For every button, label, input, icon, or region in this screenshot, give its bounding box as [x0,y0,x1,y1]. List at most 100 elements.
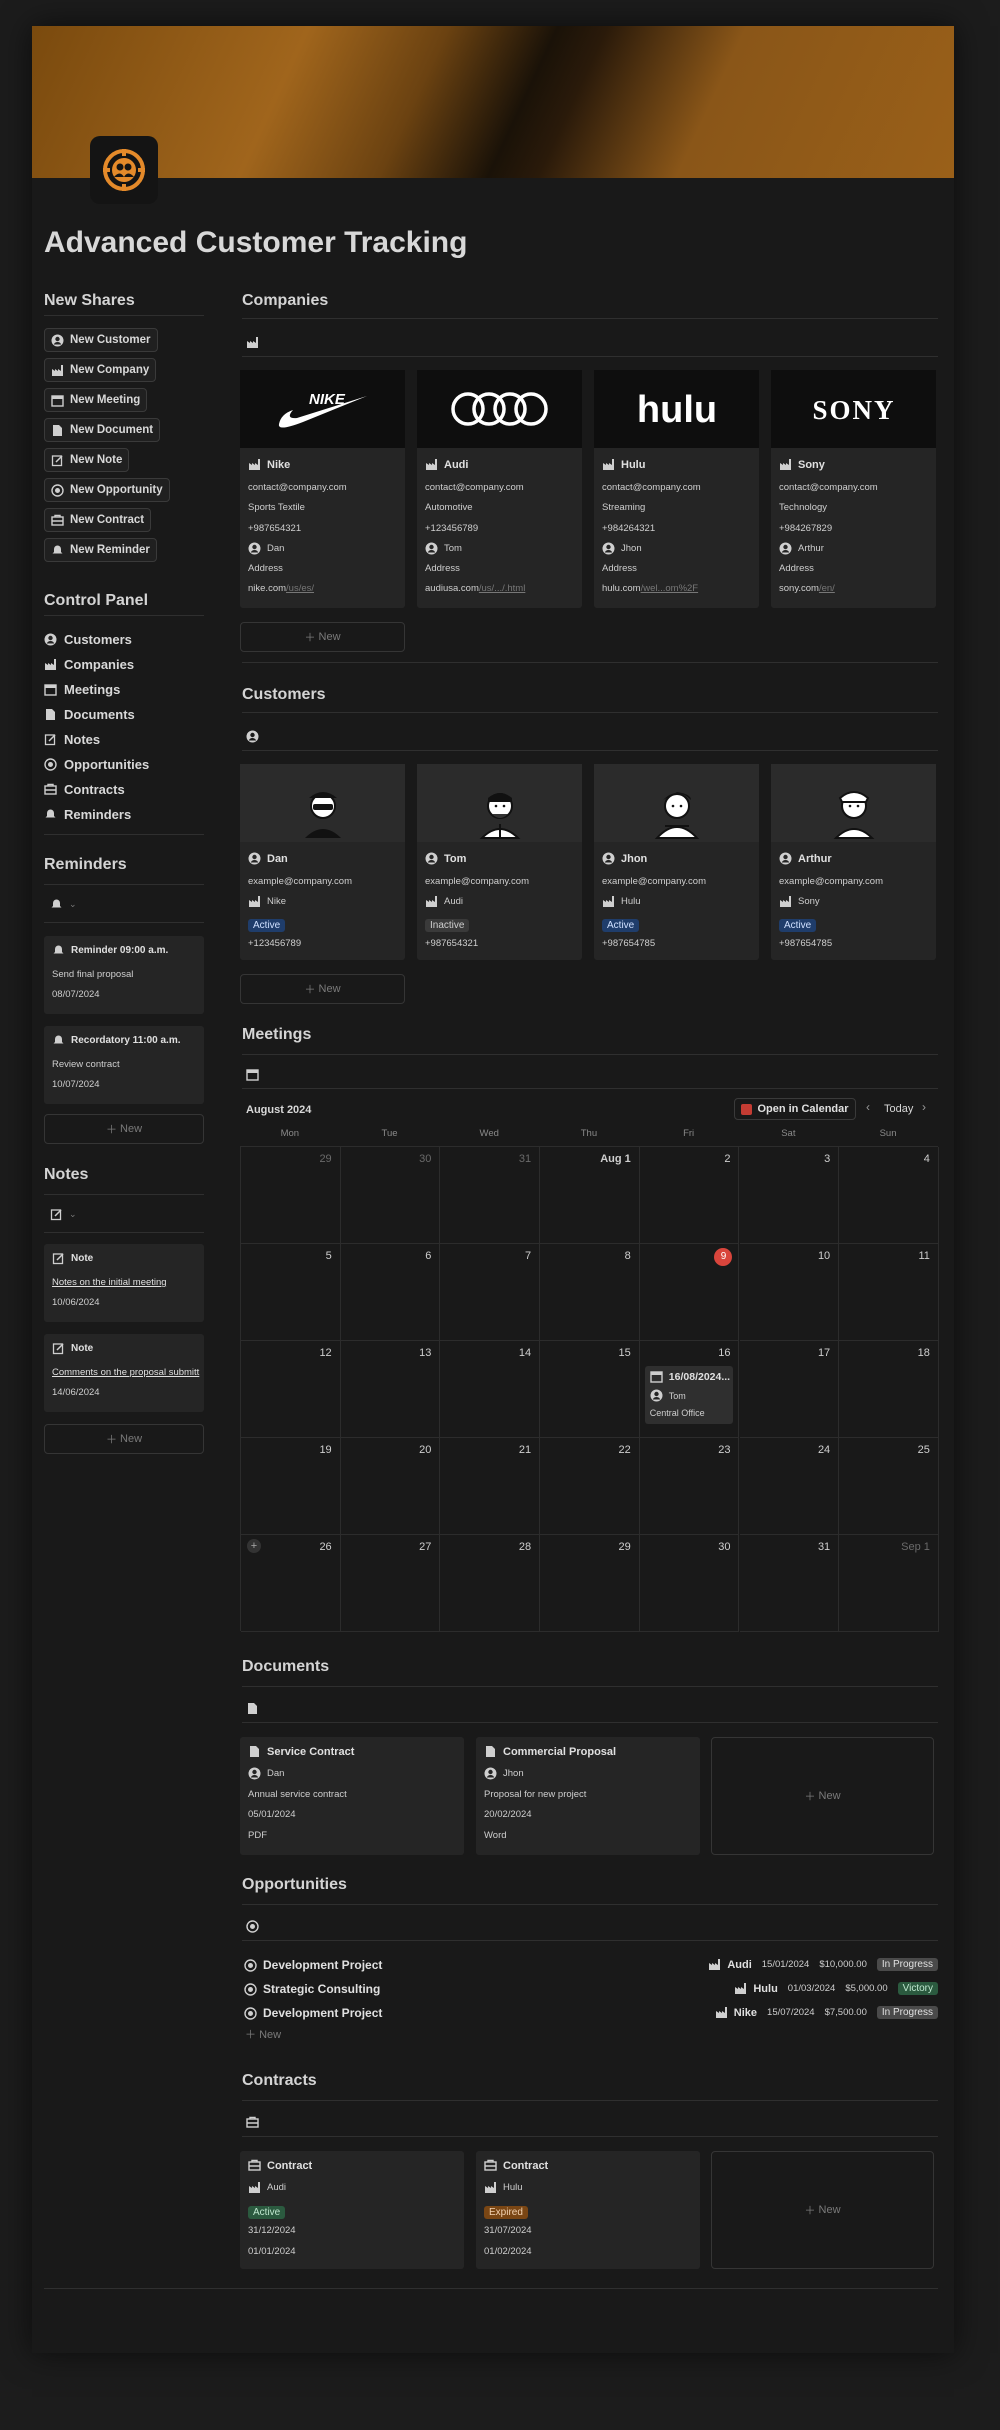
calendar-day-cell[interactable]: 18 [839,1341,939,1438]
calendar-day-cell[interactable]: 15 [540,1341,640,1438]
customer-target-icon[interactable] [90,136,158,204]
new-document-button[interactable]: New Document [44,418,161,442]
next-month-icon[interactable]: › [922,1100,926,1114]
company-card[interactable]: Audi contact@company.com Automotive +123456… [417,370,582,608]
calendar-day-cell[interactable]: 13 [340,1341,441,1438]
calendar-day-cell[interactable]: 11 [839,1244,939,1341]
new-reminder-button[interactable]: ＋ New [44,1114,204,1144]
document-icon[interactable] [246,1702,259,1715]
calendar-day-cell[interactable]: 4 [839,1147,939,1244]
contract-card[interactable]: Contract Audi Active 31/12/2024 01/01/2024 [240,2151,464,2269]
sidebar-item-companies[interactable]: Companies [44,653,134,675]
sidebar-item-notes[interactable]: Notes [44,728,100,750]
sidebar-item-meetings[interactable]: Meetings [44,678,120,700]
customer-card[interactable]: Dan example@company.com Nike Active +1234567… [240,764,405,960]
reminder-card[interactable]: Reminder 09:00 a.m. Send final proposal 08… [44,936,204,1014]
previous-month-icon[interactable]: ‹ [866,1100,870,1114]
calendar-day-cell[interactable]: 24 [739,1438,840,1535]
customer-card[interactable]: Jhon example@company.com Hulu Active +987654… [594,764,759,960]
calendar-day-cell[interactable]: +26 [241,1535,341,1632]
calendar-day-cell[interactable]: 29 [241,1147,341,1244]
sidebar-item-customers[interactable]: Customers [44,628,132,650]
notes-view-selector[interactable]: ⌄ [50,1208,77,1221]
sidebar-item-opportunities[interactable]: Opportunities [44,753,149,775]
new-contract-button[interactable]: New Contract [44,508,152,532]
calendar-day-cell[interactable]: 27 [340,1535,441,1632]
factory-icon[interactable] [246,336,259,349]
calendar-day-cell[interactable]: 30 [340,1147,441,1244]
calendar-day-cell[interactable]: 21 [440,1438,541,1535]
calendar-day-cell[interactable]: 2 [639,1147,740,1244]
calendar-day-cell[interactable]: 28 [440,1535,541,1632]
company-card[interactable]: SONY Sony contact@company.com Technology +98… [771,370,936,608]
today-button[interactable]: Today [884,1103,913,1115]
factory-icon [484,2181,497,2194]
opportunity-row[interactable]: Development Project Audi 15/01/2024 $10,000… [244,1954,938,1976]
new-contract-gallery-button[interactable]: ＋ New [711,2151,934,2269]
new-customer-button[interactable]: New Customer [44,328,158,352]
note-card[interactable]: Note Comments on the proposal submitt 14/0… [44,1334,204,1412]
calendar-icon[interactable] [246,1068,259,1081]
new-company-gallery-button[interactable]: ＋ New [240,622,405,652]
company-card[interactable]: hulu Hulu contact@company.com Streaming +984… [594,370,759,608]
company-card[interactable]: NIKE Nike contact@company.com Sports Textil… [240,370,405,608]
document-card[interactable]: Service Contract Dan Annual service contra… [240,1737,464,1855]
open-in-calendar-button[interactable]: Open in Calendar [734,1098,856,1120]
contract-card[interactable]: Contract Hulu Expired 31/07/2024 01/02/2024 [476,2151,700,2269]
reminder-card[interactable]: Recordatory 11:00 a.m. Review contract 10/… [44,1026,204,1104]
calendar-day-cell[interactable]: 10 [739,1244,840,1341]
new-company-button[interactable]: New Company [44,358,157,382]
opportunity-row[interactable]: Strategic Consulting Hulu 01/03/2024 $5,000… [244,1978,938,2000]
calendar-day-cell[interactable]: 25 [839,1438,939,1535]
sidebar-item-contracts[interactable]: Contracts [44,778,125,800]
calendar-day-cell[interactable]: 30 [639,1535,740,1632]
calendar-day-cell[interactable]: 19 [241,1438,341,1535]
add-event-icon[interactable]: + [247,1539,261,1553]
new-customer-gallery-button[interactable]: ＋ New [240,974,405,1004]
cover-image[interactable] [32,26,954,178]
document-card[interactable]: Commercial Proposal Jhon Proposal for new … [476,1737,700,1855]
new-reminder-button[interactable]: New Reminder [44,538,157,562]
calendar-day-cell[interactable]: 9 [639,1244,740,1341]
sidebar-item-documents[interactable]: Documents [44,703,135,725]
company-website-link[interactable]: audiusa.com/us/.../.html [425,583,525,594]
calendar-day-cell[interactable]: 17 [739,1341,840,1438]
customer-card[interactable]: Tom example@company.com Audi Inactive +98765… [417,764,582,960]
reminders-view-selector[interactable]: ⌄ [50,898,77,911]
calendar-day-cell[interactable]: 7 [440,1244,541,1341]
calendar-day-cell[interactable]: 14 [440,1341,541,1438]
opportunity-row[interactable]: Development Project Nike 15/07/2024 $7,500.… [244,2002,938,2024]
new-meeting-button[interactable]: New Meeting [44,388,148,412]
calendar-day-cell[interactable]: 6 [340,1244,441,1341]
new-document-gallery-button[interactable]: ＋ New [711,1737,934,1855]
target-icon[interactable] [246,1920,259,1933]
contract-icon[interactable] [246,2116,259,2129]
company-website-link[interactable]: sony.com/en/ [779,583,835,594]
calendar-day-cell[interactable]: 16 16/08/2024... Tom Central Office [639,1341,740,1438]
calendar-day-cell[interactable]: 3 [739,1147,840,1244]
calendar-day-cell[interactable]: 29 [540,1535,640,1632]
calendar-day-cell[interactable]: 20 [340,1438,441,1535]
note-card[interactable]: Note Notes on the initial meeting 10/06/20… [44,1244,204,1322]
customer-card[interactable]: Arthur example@company.com Sony Active +9876… [771,764,936,960]
calendar-day-cell[interactable]: 23 [639,1438,740,1535]
calendar-day-cell[interactable]: 31 [440,1147,541,1244]
sidebar-item-reminders[interactable]: Reminders [44,803,131,825]
calendar-day-cell[interactable]: 5 [241,1244,341,1341]
meeting-event[interactable]: 16/08/2024... Tom Central Office [644,1366,733,1424]
company-website-link[interactable]: nike.com/us/es/ [248,583,314,594]
divider [242,1686,938,1687]
person-icon [425,542,438,555]
calendar-day-cell[interactable]: 22 [540,1438,640,1535]
person-icon[interactable] [246,730,259,743]
new-note-button[interactable]: New Note [44,448,130,472]
new-opportunity-button[interactable]: New Opportunity [44,478,170,502]
calendar-day-cell[interactable]: 31 [739,1535,840,1632]
company-website-link[interactable]: hulu.com/wel...om%2F [602,583,698,594]
calendar-day-cell[interactable]: 12 [241,1341,341,1438]
calendar-day-cell[interactable]: 8 [540,1244,640,1341]
new-opportunity-row-button[interactable]: ＋ New [245,2026,281,2042]
calendar-day-cell[interactable]: Aug 1 [540,1147,640,1244]
new-note-button[interactable]: ＋ New [44,1424,204,1454]
calendar-day-cell[interactable]: Sep 1 [839,1535,939,1632]
